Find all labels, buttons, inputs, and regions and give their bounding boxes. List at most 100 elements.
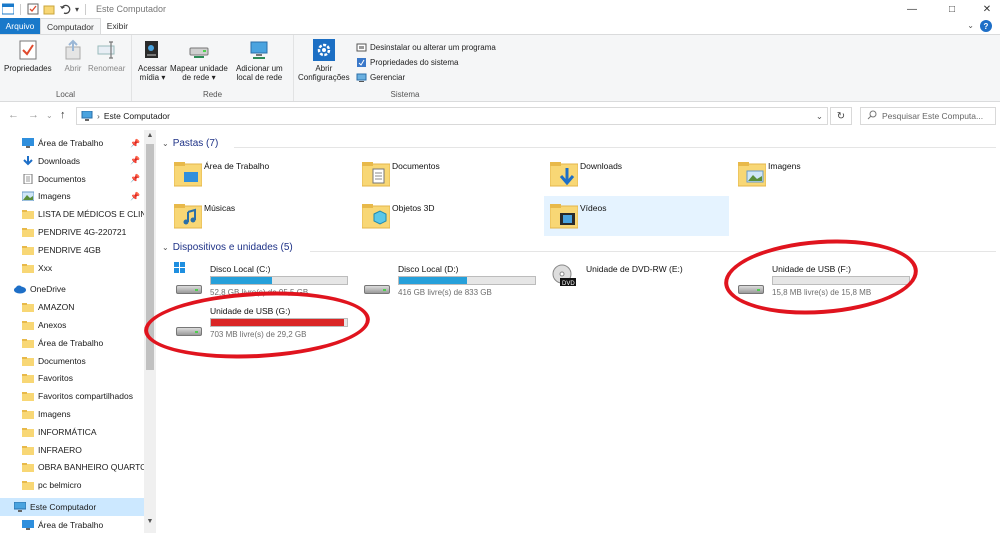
add-location-line2: local de rede	[236, 73, 283, 82]
quick-access-item[interactable]: Área de Trabalho 📌	[0, 134, 144, 152]
new-folder-icon[interactable]	[43, 3, 55, 15]
folders-section-header[interactable]: ⌄ Pastas (7)	[162, 138, 218, 149]
up-arrow-icon[interactable]: ↑	[60, 109, 66, 121]
onedrive-folder-item[interactable]: Favoritos compartilhados	[0, 387, 144, 405]
onedrive-folder-item[interactable]: Favoritos	[0, 369, 144, 387]
uninstall-program-button[interactable]: Desinstalar ou alterar um programa	[356, 41, 496, 53]
nav-item-label: Imagens	[38, 409, 71, 419]
open-button[interactable]: Abrir	[62, 39, 84, 73]
drive-usage-fill	[399, 277, 467, 284]
nav-scrollbar[interactable]: ▲ ▼	[144, 130, 156, 533]
drive-tile[interactable]: Disco Local (D:) 416 GB livre(s) de 833 G…	[358, 260, 548, 302]
folder-tile[interactable]: Objetos 3D	[356, 196, 541, 236]
folder-icon	[22, 373, 34, 384]
map-drive-line2: de rede ▾	[182, 73, 216, 82]
quick-access-item[interactable]: Xxx	[0, 259, 144, 277]
nav-item-label: PENDRIVE 4GB	[38, 244, 101, 255]
access-media-button[interactable]: Acessar mídia ▾	[138, 39, 167, 82]
drive-tile[interactable]: Disco Local (C:) 52,8 GB livre(s) de 95,5…	[170, 260, 360, 302]
close-button[interactable]: ✕	[965, 0, 1000, 18]
open-settings-button[interactable]: Abrir Configurações	[298, 39, 350, 82]
folder-icon	[22, 209, 34, 220]
onedrive-folder-item[interactable]: AMAZON	[0, 298, 144, 316]
ribbon-group-local: Propriedades Abrir Renomear Local	[0, 35, 132, 101]
folder-tile[interactable]: Downloads	[544, 154, 729, 194]
drive-usage-bar	[210, 318, 348, 327]
properties-button[interactable]: Propriedades	[4, 39, 52, 73]
onedrive-folder-item[interactable]: Área de Trabalho	[0, 334, 144, 352]
nav-this-pc[interactable]: Este Computador	[0, 498, 144, 516]
help-button[interactable]: ?	[980, 20, 992, 32]
onedrive-folder-item[interactable]: Anexos	[0, 316, 144, 334]
folder-tile[interactable]: Vídeos	[544, 196, 729, 236]
onedrive-folder-item[interactable]: Imagens	[0, 405, 144, 423]
system-properties-button[interactable]: Propriedades do sistema	[356, 56, 496, 68]
back-arrow-icon[interactable]: ←	[8, 109, 19, 121]
nav-item-label: LISTA DE MÉDICOS E CLINIC	[38, 209, 144, 220]
nav-scroll-thumb[interactable]	[146, 144, 154, 370]
nav-this-pc-desktop[interactable]: Área de Trabalho	[0, 516, 144, 533]
drive-tile[interactable]: Unidade de USB (F:) 15,8 MB livre(s) de 1…	[732, 260, 922, 302]
ribbon-group-sistema: Abrir Configurações Desinstalar ou alter…	[294, 35, 516, 101]
downloads-folder-icon	[549, 158, 579, 188]
quick-access-item[interactable]: PENDRIVE 4GB	[0, 241, 144, 259]
devices-header-label: Dispositivos e unidades (5)	[172, 242, 293, 253]
map-network-drive-button[interactable]: Mapear unidade de rede ▾	[170, 39, 228, 82]
nav-onedrive[interactable]: OneDrive	[0, 280, 144, 298]
nav-item-label: pc belmicro	[38, 480, 82, 491]
collapse-chevron-icon: ⌄	[162, 139, 169, 148]
add-network-location-button[interactable]: Adicionar um local de rede	[236, 39, 283, 82]
onedrive-folder-item[interactable]: Documentos	[0, 352, 144, 370]
ribbon-tabs: Arquivo Computador Exibir ⌄ ?	[0, 18, 1000, 34]
scroll-up-icon[interactable]: ▲	[144, 132, 156, 139]
tab-arquivo[interactable]: Arquivo	[0, 18, 40, 34]
map-drive-line1: Mapear unidade	[170, 64, 228, 73]
folder-tile[interactable]: Área de Trabalho	[168, 154, 353, 194]
quick-access-item[interactable]: Documentos 📌	[0, 170, 144, 188]
media-icon	[141, 39, 163, 61]
breadcrumb-this-pc[interactable]: Este Computador	[104, 111, 170, 121]
folder-name: Imagens	[768, 161, 801, 171]
onedrive-folder-item[interactable]: INFORMÁTICA	[0, 423, 144, 441]
quick-access-item[interactable]: Downloads 📌	[0, 152, 144, 170]
manage-button[interactable]: Gerenciar	[356, 71, 496, 83]
rename-button[interactable]: Renomear	[88, 39, 125, 73]
devices-section-header[interactable]: ⌄ Dispositivos e unidades (5)	[162, 242, 293, 253]
onedrive-folder-item[interactable]: INFRAERO	[0, 441, 144, 459]
quick-access-item[interactable]: Imagens 📌	[0, 187, 144, 205]
folder-tile[interactable]: Músicas	[168, 196, 353, 236]
address-field[interactable]: › Este Computador ⌄	[76, 107, 828, 125]
properties-icon[interactable]	[27, 3, 39, 15]
refresh-button[interactable]: ↻	[830, 107, 852, 125]
hdd-icon	[360, 274, 392, 294]
onedrive-folder-item[interactable]: OBRA BANHEIRO QUARTO	[0, 458, 144, 476]
tab-computador[interactable]: Computador	[40, 18, 101, 34]
drive-tile[interactable]: DVD Unidade de DVD-RW (E:)	[546, 260, 736, 302]
minimize-button[interactable]: —	[890, 0, 934, 18]
expand-ribbon-icon[interactable]: ⌄	[967, 21, 974, 30]
onedrive-folder-item[interactable]: pc belmicro	[0, 476, 144, 494]
system-properties-icon	[356, 57, 367, 68]
folder-tile[interactable]: Imagens	[732, 154, 917, 194]
undo-icon[interactable]	[59, 3, 71, 15]
pictures-folder-icon	[737, 158, 767, 188]
quick-access-item[interactable]: PENDRIVE 4G-220721	[0, 223, 144, 241]
this-pc-icon	[81, 110, 93, 121]
quick-access-item[interactable]: LISTA DE MÉDICOS E CLINIC	[0, 205, 144, 223]
folder-tile[interactable]: Documentos	[356, 154, 541, 194]
search-box[interactable]: Pesquisar Este Computa...	[860, 107, 996, 125]
nav-item-label: PENDRIVE 4G-220721	[38, 227, 127, 237]
drive-usage-bar	[398, 276, 536, 285]
customize-toolbar-chevron-icon[interactable]: ▾	[75, 5, 79, 14]
drive-tile[interactable]: Unidade de USB (G:) 703 MB livre(s) de 29…	[170, 302, 360, 344]
recent-locations-chevron-icon[interactable]: ⌄	[46, 111, 53, 120]
tab-exibir[interactable]: Exibir	[101, 18, 134, 34]
nav-item-label: Área de Trabalho	[38, 138, 104, 148]
forward-arrow-icon[interactable]: →	[28, 109, 39, 121]
address-history-chevron-icon[interactable]: ⌄	[816, 111, 823, 122]
scroll-down-icon[interactable]: ▼	[144, 518, 156, 525]
drive-usage-fill	[211, 319, 344, 326]
pin-icon: 📌	[130, 138, 140, 148]
quick-access-toolbar: ▾	[0, 3, 88, 15]
nav-item-label: Documentos	[38, 173, 86, 184]
